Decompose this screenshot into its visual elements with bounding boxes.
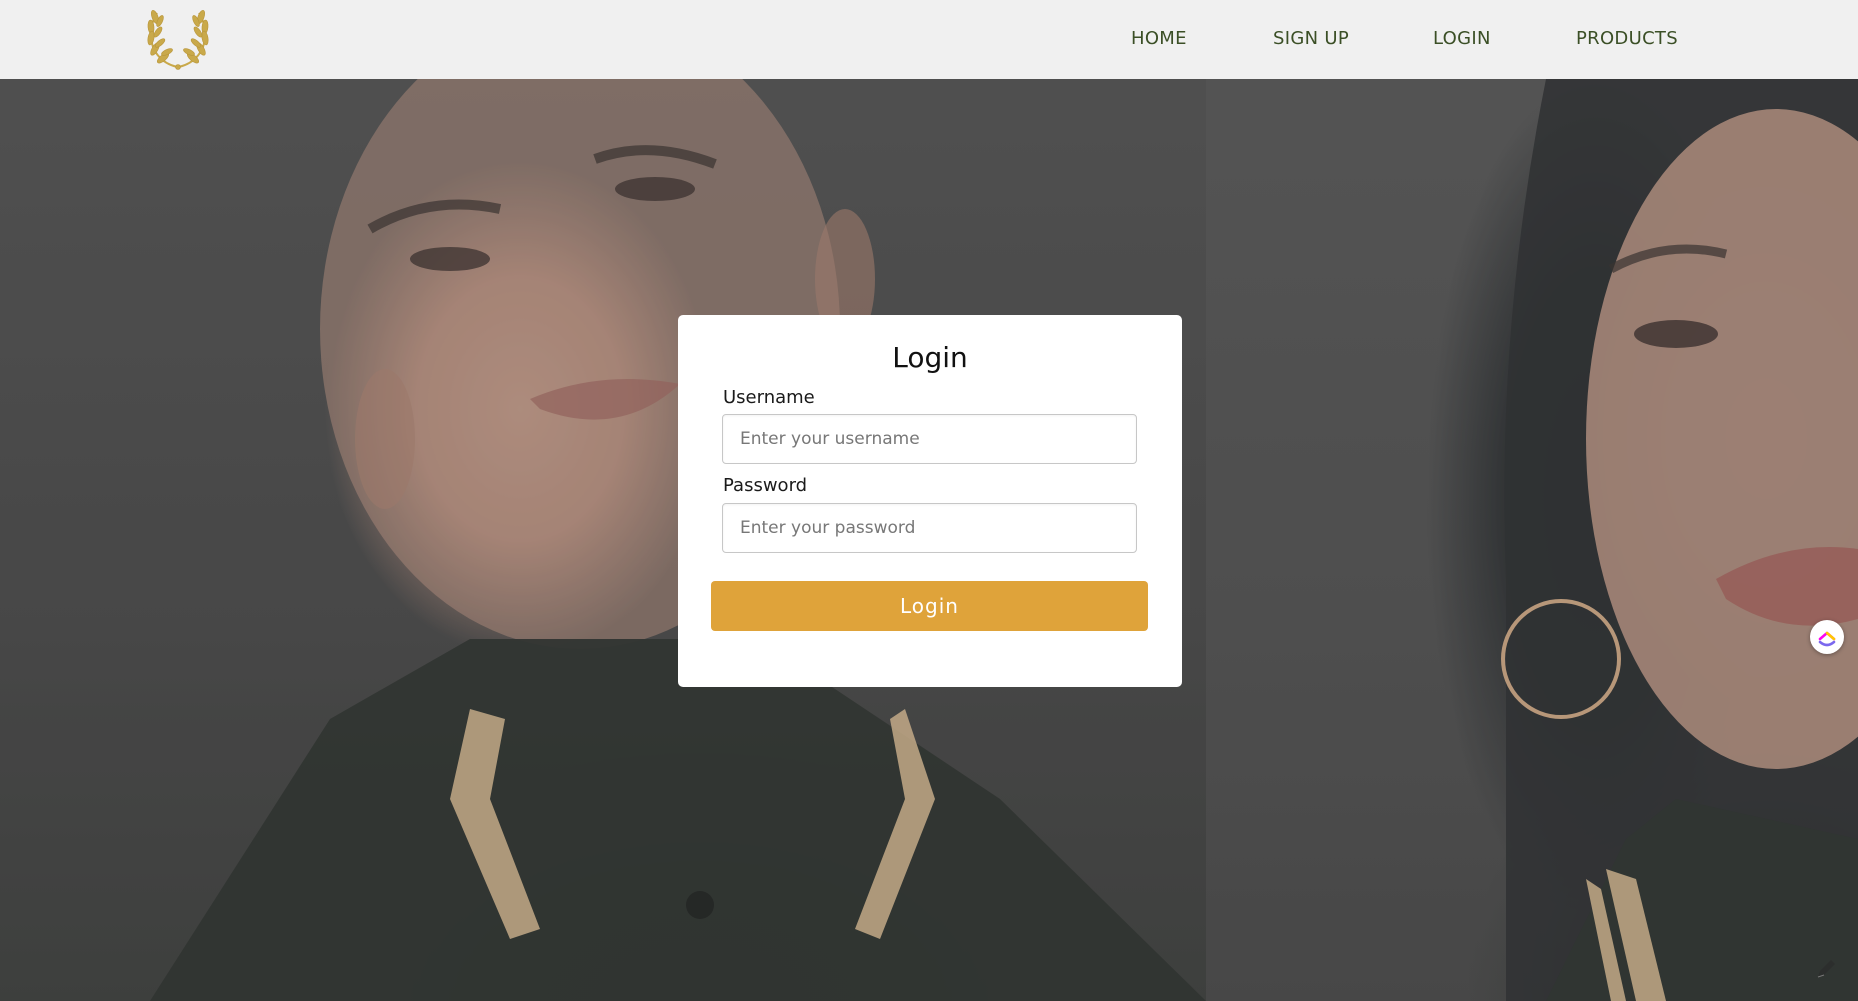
nav-login-link[interactable]: LOGIN [1433, 28, 1491, 49]
nav-products-link[interactable]: PRODUCTS [1576, 28, 1678, 49]
pencil-icon[interactable] [1812, 955, 1840, 983]
nav-home-link[interactable]: HOME [1131, 28, 1187, 49]
site-header: HOME SIGN UP LOGIN PRODUCTS [0, 0, 1858, 79]
password-input[interactable] [722, 503, 1137, 553]
login-title: Login [892, 341, 968, 374]
nav-signup-link[interactable]: SIGN UP [1273, 28, 1349, 49]
clickup-logo-icon[interactable] [1810, 620, 1844, 654]
password-label: Password [723, 475, 808, 496]
page: HOME SIGN UP LOGIN PRODUCTS Login Userna… [0, 0, 1858, 1001]
login-card: Login Username Password Login [678, 315, 1182, 687]
login-button[interactable]: Login [711, 581, 1148, 631]
username-label: Username [723, 387, 815, 408]
laurel-wreath-icon[interactable] [143, 7, 213, 71]
username-input[interactable] [722, 414, 1137, 464]
